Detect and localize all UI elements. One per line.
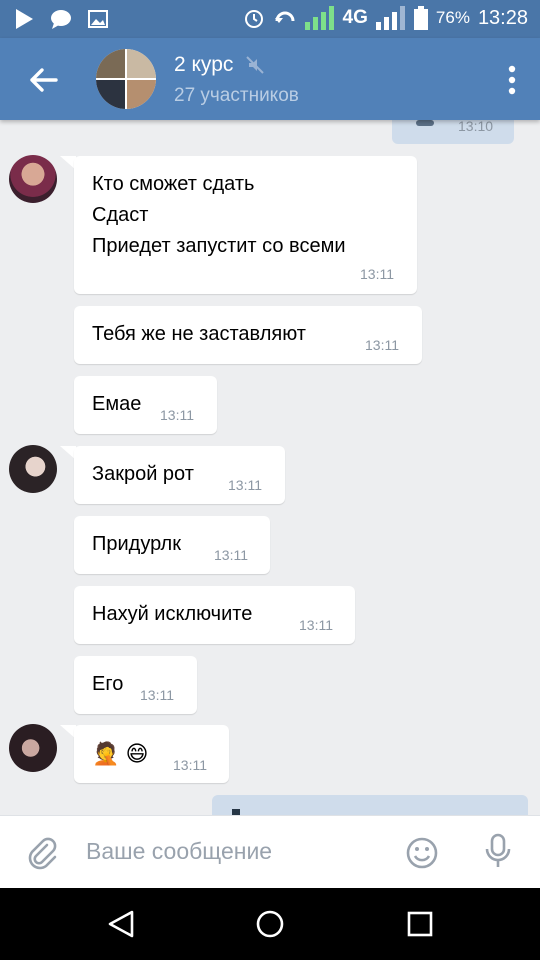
message-text: Придурлк bbox=[92, 533, 181, 555]
home-nav-icon[interactable] bbox=[255, 909, 285, 939]
system-navigation-bar bbox=[0, 888, 540, 960]
incoming-message[interactable]: Закрой рот 13:11 bbox=[74, 446, 285, 504]
back-nav-icon[interactable] bbox=[107, 909, 135, 939]
message-input[interactable]: Ваше сообщение bbox=[86, 838, 272, 865]
status-bar: 4G 76% 13:28 bbox=[0, 0, 540, 38]
message-text: Тебя же не заставляют bbox=[92, 323, 306, 345]
alarm-icon bbox=[244, 10, 263, 28]
recents-nav-icon[interactable] bbox=[407, 911, 433, 937]
attach-icon[interactable] bbox=[25, 836, 59, 870]
image-icon bbox=[88, 10, 108, 28]
avatar[interactable] bbox=[9, 155, 57, 203]
composer: Ваше сообщение bbox=[0, 815, 540, 889]
avatar[interactable] bbox=[9, 445, 57, 493]
outgoing-message[interactable] bbox=[212, 795, 528, 815]
message-time: 13:11 bbox=[360, 266, 394, 282]
signal-icon bbox=[304, 6, 334, 30]
sync-icon bbox=[274, 11, 295, 23]
message-text: 🤦 😄 bbox=[92, 741, 149, 766]
message-time: 13:11 bbox=[228, 477, 262, 493]
battery-level: 76% bbox=[435, 8, 470, 27]
emoji-icon[interactable] bbox=[405, 836, 439, 870]
sticker-fragment bbox=[416, 120, 434, 126]
message-time: 13:11 bbox=[214, 547, 248, 563]
message-time: 13:11 bbox=[160, 407, 194, 423]
incoming-message[interactable]: Его 13:11 bbox=[74, 656, 197, 714]
message-time: 13:11 bbox=[173, 757, 207, 773]
message-text: Его bbox=[92, 673, 124, 695]
participants-count[interactable]: 27 участников bbox=[174, 85, 299, 107]
muted-icon bbox=[246, 56, 265, 74]
incoming-message[interactable]: Тебя же не заставляют 13:11 bbox=[74, 306, 422, 364]
message-text: Емае bbox=[92, 393, 142, 415]
incoming-message[interactable]: Кто сможет сдать Сдаст Приедет запустит … bbox=[74, 156, 417, 294]
chat-title[interactable]: 2 курс bbox=[174, 53, 265, 77]
more-options-icon[interactable] bbox=[506, 64, 518, 96]
avatar[interactable] bbox=[9, 724, 57, 772]
microphone-icon[interactable] bbox=[483, 833, 513, 871]
incoming-message[interactable]: Емае 13:11 bbox=[74, 376, 217, 434]
message-text: Закрой рот bbox=[92, 463, 194, 485]
chat-notification-icon bbox=[51, 10, 71, 29]
incoming-message[interactable]: Придурлк 13:11 bbox=[74, 516, 270, 574]
clock: 13:28 bbox=[477, 6, 528, 29]
outgoing-message[interactable]: 13:10 bbox=[392, 120, 514, 144]
battery-icon bbox=[413, 6, 428, 30]
network-type: 4G bbox=[342, 7, 368, 28]
message-time: 13:11 bbox=[140, 687, 174, 703]
message-time: 13:11 bbox=[299, 617, 333, 633]
message-text: Кто сможет сдать Сдаст Приедет запустит … bbox=[92, 173, 346, 257]
incoming-message[interactable]: 🤦 😄 13:11 bbox=[74, 725, 229, 783]
group-avatar[interactable] bbox=[96, 49, 156, 109]
message-list[interactable]: 13:10 Кто сможет сдать Сдаст Приедет зап… bbox=[0, 120, 540, 815]
chat-header: 2 курс 27 участников bbox=[0, 38, 540, 120]
message-text: Нахуй исключите bbox=[92, 603, 253, 625]
chat-title-text: 2 курс bbox=[174, 53, 234, 76]
back-arrow-icon[interactable] bbox=[24, 60, 64, 100]
message-time: 13:10 bbox=[458, 120, 494, 134]
signal-icon-secondary bbox=[375, 6, 405, 30]
play-icon bbox=[16, 9, 33, 29]
message-time: 13:11 bbox=[365, 337, 399, 353]
incoming-message[interactable]: Нахуй исключите 13:11 bbox=[74, 586, 355, 644]
